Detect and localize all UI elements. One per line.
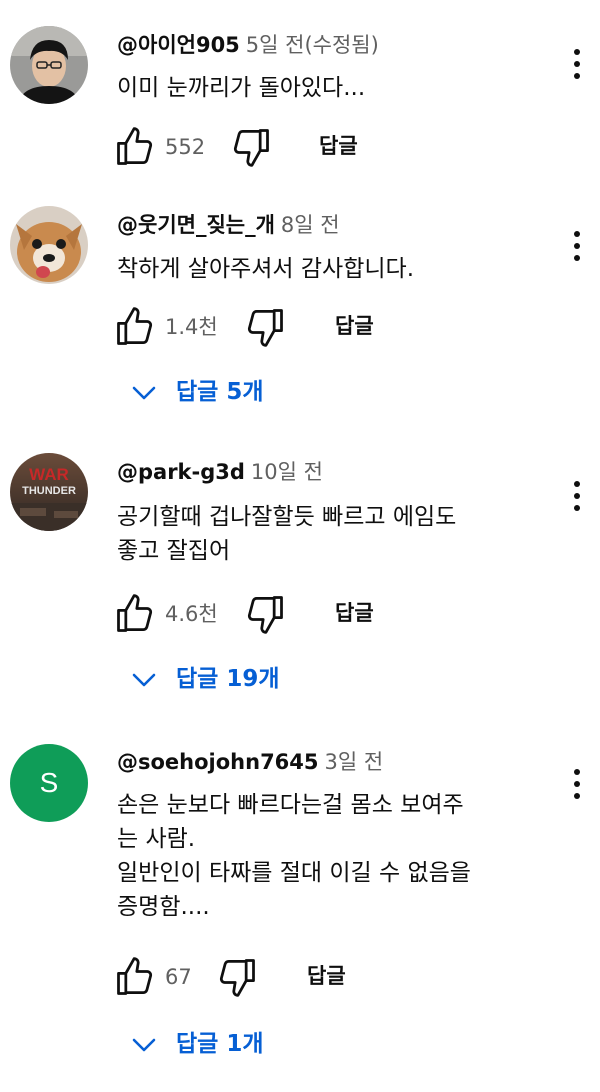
more-vert-icon[interactable]: [564, 478, 590, 518]
thumb-up-icon[interactable]: [113, 305, 157, 349]
comment-text: 착하게 살아주셔서 감사합니다.: [117, 252, 414, 286]
thumb-up-icon[interactable]: [113, 955, 157, 999]
thumb-down-icon[interactable]: [215, 955, 259, 999]
view-replies-button[interactable]: 답글 5개: [130, 372, 264, 412]
view-replies-button[interactable]: 답글 1개: [130, 1024, 264, 1064]
chevron-down-icon: [132, 386, 156, 399]
thumb-up-icon[interactable]: [113, 125, 157, 169]
comment-timestamp[interactable]: 8일 전: [281, 213, 340, 237]
comment-text: 이미 눈까리가 돌아있다...: [117, 71, 365, 105]
comment-text: 손은 눈보다 빠르다는걸 몸소 보여주 는 사람. 일반인이 타짜를 절대 이길…: [117, 788, 471, 924]
comment-text-line: 이미 눈까리가 돌아있다...: [117, 75, 366, 101]
comment-timestamp[interactable]: 5일 전(수정됨): [246, 33, 379, 57]
comment-header: @웃기면_짖는_개 8일 전: [117, 211, 340, 239]
more-vert-icon[interactable]: [564, 228, 590, 268]
chevron-down-icon: [132, 673, 156, 686]
comment-text-line: 공기할때 겁나잘할듯 빠르고 에임도: [117, 504, 457, 530]
svg-text:S: S: [40, 767, 59, 798]
svg-text:THUNDER: THUNDER: [22, 485, 76, 497]
reply-button[interactable]: 답글: [319, 131, 358, 161]
comment-header: @park-g3d 10일 전: [117, 458, 323, 486]
comment-text: 공기할때 겁나잘할듯 빠르고 에임도 좋고 잘집어: [117, 500, 456, 568]
like-count: 67: [165, 965, 192, 989]
comment-text-line: 증명함....: [117, 894, 210, 920]
more-vert-icon[interactable]: [564, 766, 590, 806]
like-count: 552: [165, 135, 206, 159]
avatar[interactable]: WAR THUNDER: [10, 453, 88, 531]
comment-text-line: 일반인이 타짜를 절대 이길 수 없음을: [117, 860, 471, 886]
view-replies-button[interactable]: 답글 19개: [130, 659, 280, 699]
view-replies-label: 답글 1개: [176, 1031, 264, 1057]
thumb-down-icon[interactable]: [243, 592, 287, 636]
comment-header: @아이언905 5일 전(수정됨): [117, 31, 379, 59]
comment-author[interactable]: @soehojohn7645: [117, 750, 319, 774]
comment-text-line: 는 사람.: [117, 826, 196, 852]
like-count: 4.6천: [165, 602, 218, 626]
thumb-down-icon[interactable]: [229, 125, 273, 169]
chevron-down-icon: [132, 1038, 156, 1051]
comment-timestamp[interactable]: 3일 전: [325, 750, 384, 774]
avatar[interactable]: [10, 206, 88, 284]
comment-author[interactable]: @웃기면_짖는_개: [117, 213, 275, 237]
view-replies-label: 답글 19개: [176, 666, 280, 692]
comment-author[interactable]: @park-g3d: [117, 460, 245, 484]
thumb-down-icon[interactable]: [243, 305, 287, 349]
like-count: 1.4천: [165, 315, 218, 339]
avatar[interactable]: S: [10, 744, 88, 822]
comment-header: @soehojohn7645 3일 전: [117, 748, 383, 776]
comment-text-line: 손은 눈보다 빠르다는걸 몸소 보여주: [117, 792, 464, 818]
svg-text:WAR: WAR: [29, 465, 69, 484]
thumb-up-icon[interactable]: [113, 592, 157, 636]
comment-text-line: 착하게 살아주셔서 감사합니다.: [117, 256, 415, 282]
reply-button[interactable]: 답글: [335, 311, 374, 341]
comment-author[interactable]: @아이언905: [117, 33, 240, 57]
view-replies-label: 답글 5개: [176, 379, 264, 405]
comment-timestamp[interactable]: 10일 전: [251, 460, 323, 484]
reply-button[interactable]: 답글: [335, 598, 374, 628]
avatar[interactable]: [10, 26, 88, 104]
reply-button[interactable]: 답글: [307, 961, 346, 991]
more-vert-icon[interactable]: [564, 46, 590, 86]
comment-text-line: 좋고 잘집어: [117, 538, 231, 564]
